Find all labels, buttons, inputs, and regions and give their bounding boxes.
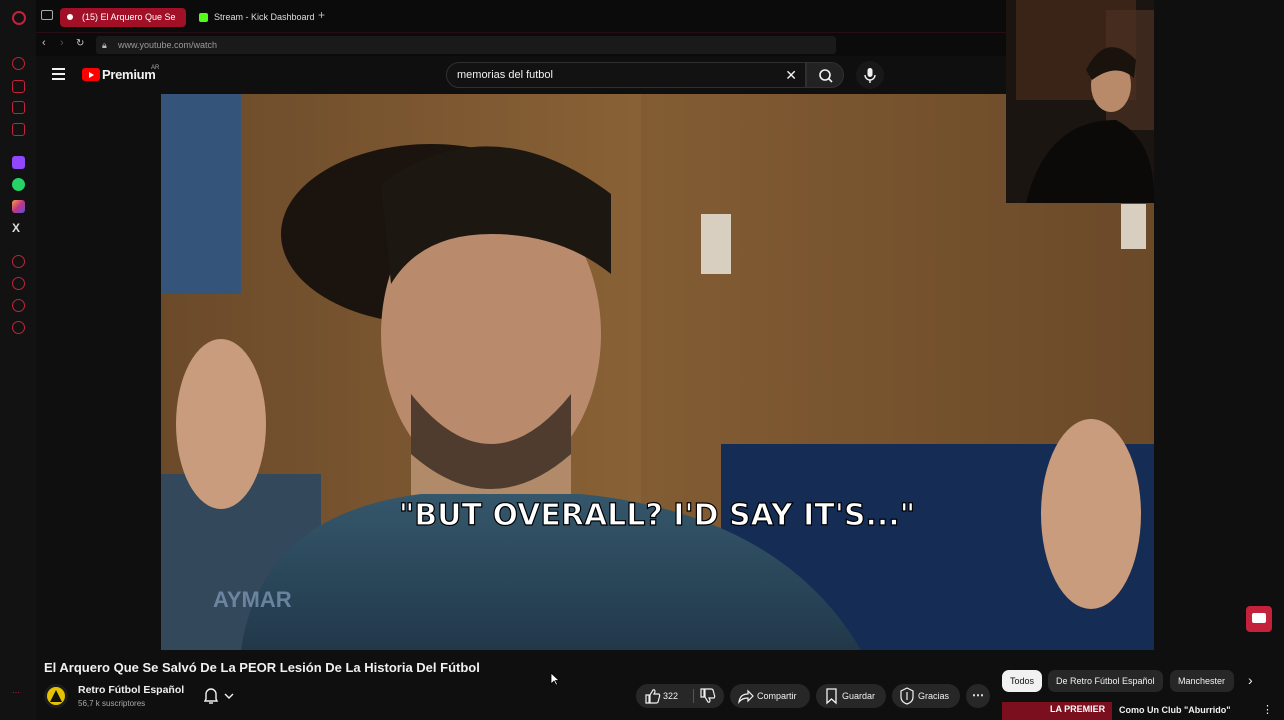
tab-label: (15) El Arquero Que Se xyxy=(82,12,176,22)
share-icon xyxy=(738,689,754,705)
tab-bar: (15) El Arquero Que Se Stream - Kick Das… xyxy=(36,0,1006,32)
workspaces-icon[interactable] xyxy=(41,10,53,20)
menu-icon[interactable] xyxy=(52,68,65,80)
youtube-header: Premium AR memorias del futbol ✕ xyxy=(36,56,1006,94)
channel-name[interactable]: Retro Fútbol Español xyxy=(78,684,184,696)
clock-icon[interactable] xyxy=(12,277,25,290)
webcam-frame xyxy=(1006,0,1154,203)
back-icon[interactable]: ‹ xyxy=(42,37,46,49)
video-watermark: AYMAR xyxy=(213,587,292,612)
twitch-icon[interactable] xyxy=(12,156,25,169)
bookmark-icon[interactable] xyxy=(12,123,25,136)
region-code: AR xyxy=(151,65,160,71)
streamer-webcam xyxy=(1006,0,1154,203)
new-tab-button[interactable]: + xyxy=(318,8,325,22)
messenger-icon[interactable] xyxy=(12,101,25,114)
chip-channel[interactable]: De Retro Fútbol Español xyxy=(1048,670,1163,692)
like-dislike-group: 322 xyxy=(636,684,724,708)
subscriber-count: 56,7 k suscriptores xyxy=(78,699,146,708)
bell-icon xyxy=(203,688,234,704)
youtube-logo-icon[interactable] xyxy=(82,68,100,81)
video-title: El Arquero Que Se Salvó De La PEOR Lesió… xyxy=(44,660,480,675)
search-input[interactable]: memorias del futbol ✕ xyxy=(446,62,806,88)
chips-next-icon[interactable]: › xyxy=(1248,672,1253,688)
lock-icon: 🔒︎ xyxy=(102,40,107,50)
super-thanks-icon xyxy=(900,687,914,705)
reload-icon[interactable]: ↻ xyxy=(76,38,84,49)
recommended-menu-icon[interactable]: ⋮ xyxy=(1262,703,1273,716)
bookmark-save-icon xyxy=(826,688,837,705)
shop-icon[interactable] xyxy=(12,80,25,93)
browser-sidebar: X ⋯ xyxy=(0,0,36,720)
audio-playing-icon xyxy=(67,14,73,20)
recommended-thumbnail[interactable]: LA PREMIER xyxy=(1002,702,1112,720)
chip-todos[interactable]: Todos xyxy=(1002,670,1043,692)
player-icon[interactable] xyxy=(12,255,25,268)
url-field[interactable]: 🔒︎ www.youtube.com/watch xyxy=(96,36,836,54)
microphone-icon xyxy=(864,68,876,83)
search-query: memorias del futbol xyxy=(457,69,553,81)
clear-search-icon[interactable]: ✕ xyxy=(785,63,797,87)
settings-icon[interactable] xyxy=(12,321,25,334)
address-bar: ‹ › ↻ 🔒︎ www.youtube.com/watch xyxy=(36,32,1006,56)
thumbs-up-icon xyxy=(645,689,661,704)
tab-label: Stream - Kick Dashboard xyxy=(214,12,315,22)
forward-icon[interactable]: › xyxy=(60,37,64,49)
thanks-label: Gracias xyxy=(918,691,950,701)
youtube-premium-logo[interactable]: Premium xyxy=(102,67,156,82)
channel-info: Retro Fútbol Español 56,7 k suscriptores xyxy=(44,682,294,712)
x-twitter-icon[interactable]: X xyxy=(12,221,20,235)
save-label: Guardar xyxy=(842,691,876,701)
voice-search-button[interactable] xyxy=(856,61,884,89)
share-label: Compartir xyxy=(757,691,797,701)
history-icon[interactable] xyxy=(12,57,25,70)
thumbs-down-icon xyxy=(700,688,716,703)
dislike-button[interactable] xyxy=(696,684,724,708)
more-horizontal-icon: ⋯ xyxy=(972,688,984,702)
opera-logo-icon[interactable] xyxy=(12,11,26,25)
like-button[interactable]: 322 xyxy=(636,684,692,708)
video-subtitle: "BUT OVERALL? I'D SAY IT'S..." xyxy=(399,498,916,533)
thumbnail-text: LA PREMIER xyxy=(1050,704,1106,714)
share-button[interactable]: Compartir xyxy=(730,684,810,708)
url-text: www.youtube.com/watch xyxy=(118,40,218,50)
instagram-icon[interactable] xyxy=(12,200,25,213)
whatsapp-icon[interactable] xyxy=(12,178,25,191)
mouse-cursor-icon xyxy=(550,672,560,686)
floating-youtube-icon[interactable] xyxy=(1246,606,1272,632)
save-button[interactable]: Guardar xyxy=(816,684,886,708)
recommended-title[interactable]: Como Un Club "Aburrido" xyxy=(1119,705,1231,715)
chip-manchester[interactable]: Manchester xyxy=(1170,670,1234,692)
bulb-icon[interactable] xyxy=(12,299,25,312)
channel-avatar[interactable] xyxy=(44,684,68,708)
tab-kick[interactable]: Stream - Kick Dashboard xyxy=(192,8,322,27)
thanks-button[interactable]: Gracias xyxy=(892,684,960,708)
more-actions-button[interactable]: ⋯ xyxy=(966,684,990,708)
search-icon xyxy=(819,69,833,83)
kick-icon xyxy=(199,13,208,22)
sidebar-more-icon[interactable]: ⋯ xyxy=(12,688,20,697)
tab-youtube[interactable]: (15) El Arquero Que Se xyxy=(60,8,186,27)
notifications-button[interactable] xyxy=(199,684,239,708)
search-button[interactable] xyxy=(806,62,844,88)
like-count: 322 xyxy=(663,691,679,701)
